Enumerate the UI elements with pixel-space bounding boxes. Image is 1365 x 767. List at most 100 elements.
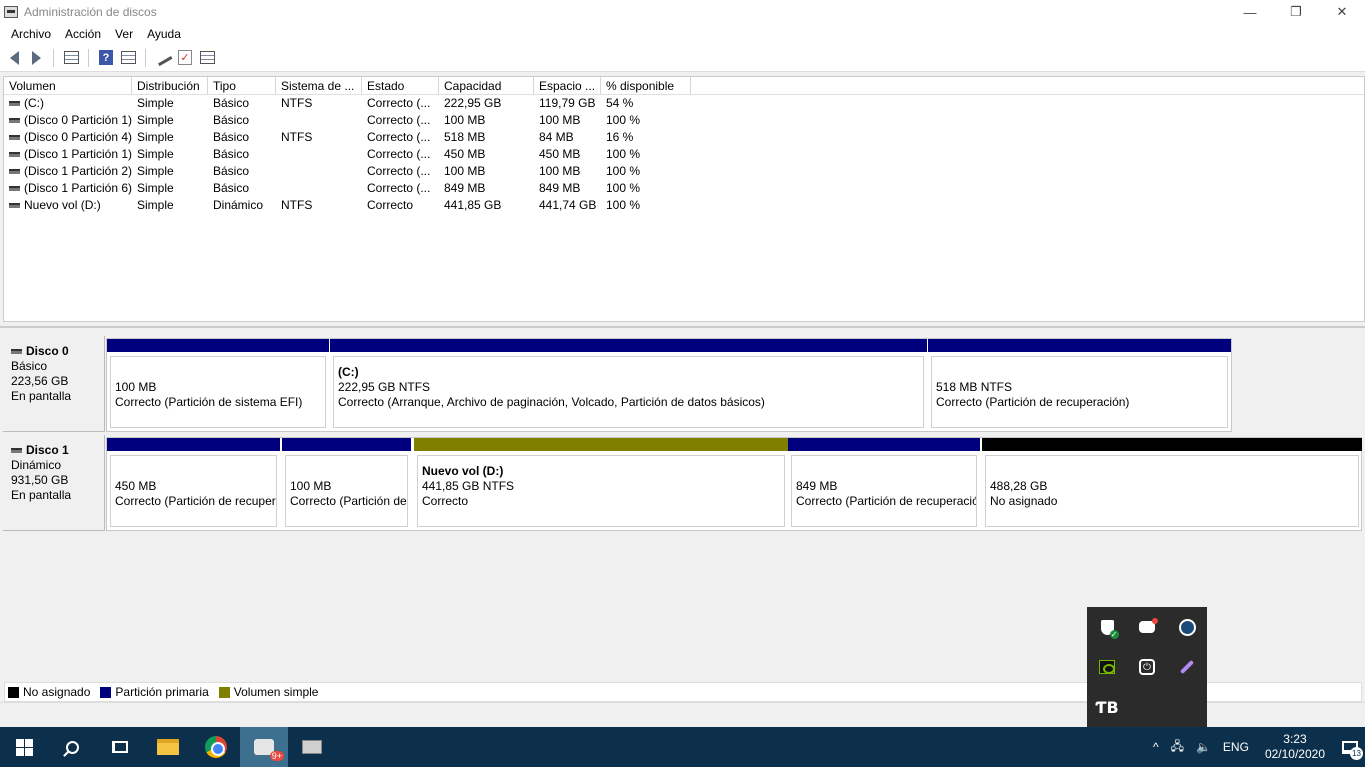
toolbar-separator xyxy=(145,48,146,67)
cell-espacio: 119,79 GB xyxy=(539,96,596,110)
nvidia-icon xyxy=(1099,660,1115,674)
volume-icon xyxy=(9,101,20,107)
camera-app-button[interactable]: 9+ xyxy=(240,727,288,767)
cell-capacidad: 441,85 GB xyxy=(444,198,502,212)
start-button[interactable] xyxy=(0,727,48,767)
partition-size: 222,95 GB NTFS xyxy=(338,380,431,394)
partition[interactable]: Nuevo vol (D:) 441,85 GB NTFS Correcto xyxy=(414,438,788,530)
shield-icon xyxy=(1100,619,1119,639)
chrome-button[interactable] xyxy=(192,727,240,767)
menu-ayuda[interactable]: Ayuda xyxy=(140,27,188,41)
column-header-capacidad[interactable]: Capacidad xyxy=(439,77,534,94)
volume-icon[interactable]: 🔈 xyxy=(1190,740,1217,754)
menu-archivo[interactable]: Archivo xyxy=(4,27,58,41)
partition[interactable]: 849 MB Correcto (Partición de recuperació xyxy=(788,438,980,530)
cell-disponible: 100 % xyxy=(606,164,641,178)
tray-power-button[interactable]: ⏻ xyxy=(1127,647,1167,687)
cell-capacidad: 100 MB xyxy=(444,164,486,178)
tray-steam-button[interactable] xyxy=(1167,607,1207,647)
tray-discord-button[interactable] xyxy=(1127,607,1167,647)
file-explorer-button[interactable] xyxy=(144,727,192,767)
help-button[interactable]: ? xyxy=(96,48,116,68)
title-bar[interactable]: Administración de discos — ❐ ✕ xyxy=(0,0,1365,24)
cell-sistema xyxy=(276,163,362,180)
table-row[interactable]: (Disco 0 Partición 4) Simple Básico NTFS Cor… xyxy=(4,129,1364,146)
table-row[interactable]: (Disco 1 Partición 1) Simple Básico Correct… xyxy=(4,146,1364,163)
close-button[interactable]: ✕ xyxy=(1319,0,1365,24)
disk-0-type: Básico xyxy=(11,359,48,373)
table-row[interactable]: (C:) Simple Básico NTFS Correcto (... 222,95 … xyxy=(4,95,1364,112)
column-header-distribucion[interactable]: Distribución xyxy=(132,77,208,94)
task-view-icon xyxy=(112,741,128,753)
cell-tipo: Básico xyxy=(213,147,250,161)
language-indicator[interactable]: ENG xyxy=(1217,740,1255,754)
table-row[interactable]: (Disco 0 Partición 1) Simple Básico Correct… xyxy=(4,112,1364,129)
disk-1-label[interactable]: Disco 1 Dinámico 931,50 GB En pantalla xyxy=(3,435,105,531)
tb-logo-icon: ƬB xyxy=(1095,697,1119,717)
task-view-button[interactable] xyxy=(96,727,144,767)
partition[interactable]: 100 MB Correcto (Partición de sistema EFI… xyxy=(107,339,329,431)
cell-volumen: (Disco 1 Partición 6) xyxy=(4,180,132,197)
partition[interactable]: (C:) 222,95 GB NTFS Correcto (Arranque, Ar… xyxy=(330,339,927,431)
cell-estado: Correcto (... xyxy=(367,96,431,110)
show-hide-console-tree-button[interactable] xyxy=(61,48,81,68)
partition-name: (C:) xyxy=(338,365,359,379)
partition-color-bar xyxy=(282,438,411,451)
cell-sistema: NTFS xyxy=(281,96,313,110)
properties-button[interactable] xyxy=(197,48,217,68)
column-header-tipo[interactable]: Tipo xyxy=(208,77,276,94)
view-pane-button[interactable] xyxy=(118,48,138,68)
show-hidden-icons-button[interactable]: ^ xyxy=(1147,740,1165,754)
table-row[interactable]: (Disco 1 Partición 6) Simple Básico Correct… xyxy=(4,180,1364,197)
check-disk-button[interactable]: ✓ xyxy=(175,48,195,68)
table-row[interactable]: Nuevo vol (D:) Simple Dinámico NTFS Correcto… xyxy=(4,197,1364,214)
search-button[interactable] xyxy=(48,727,96,767)
network-icon[interactable]: 🖧 xyxy=(1165,737,1190,758)
partition-status: Correcto (Partición de sistema EFI) xyxy=(115,395,303,409)
disk-1-partitions: 450 MB Correcto (Partición de recuper 100 … xyxy=(106,437,1362,531)
partition[interactable]: 518 MB NTFS Correcto (Partición de recupe… xyxy=(928,339,1231,431)
disk-0-label[interactable]: Disco 0 Básico 223,56 GB En pantalla xyxy=(3,336,105,432)
partition-details: Nuevo vol (D:) 441,85 GB NTFS Correcto xyxy=(417,455,785,527)
column-header-espacio[interactable]: Espacio ... xyxy=(534,77,601,94)
cell-disponible: 100 % xyxy=(606,113,641,127)
cell-volumen: Nuevo vol (D:) xyxy=(4,197,132,214)
partition-color-bar xyxy=(107,339,329,352)
partition-color-bar xyxy=(982,438,1362,451)
tray-feather-button[interactable] xyxy=(1167,647,1207,687)
clock[interactable]: 3:23 02/10/2020 xyxy=(1255,732,1335,762)
column-header-volumen[interactable]: Volumen xyxy=(4,77,132,94)
volume-name: Nuevo vol (D:) xyxy=(24,198,101,212)
column-header-sistema[interactable]: Sistema de ... xyxy=(276,77,362,94)
menu-ver[interactable]: Ver xyxy=(108,27,140,41)
action-center-button[interactable]: 13 xyxy=(1335,727,1365,767)
partition-size: 518 MB NTFS xyxy=(936,380,1013,394)
cell-volumen: (Disco 1 Partición 2) xyxy=(4,163,132,180)
app-badge: 9+ xyxy=(269,751,284,761)
cell-volumen: (Disco 0 Partición 1) xyxy=(4,112,132,129)
cell-sistema xyxy=(276,146,362,163)
disk-management-taskbar-button[interactable] xyxy=(288,727,336,767)
maximize-button[interactable]: ❐ xyxy=(1273,0,1319,24)
tray-tb-button[interactable]: ƬB xyxy=(1087,687,1127,727)
partition-color-bar xyxy=(928,339,1231,352)
cell-tipo: Básico xyxy=(213,113,250,127)
minimize-button[interactable]: — xyxy=(1227,0,1273,24)
taskbar: 9+ ^ 🖧 🔈 ENG 3:23 02/10/2020 13 xyxy=(0,727,1365,767)
tray-security-button[interactable] xyxy=(1087,607,1127,647)
partition-status: Correcto (Partición de recuper xyxy=(115,494,276,508)
forward-button[interactable] xyxy=(26,48,46,68)
menu-accion[interactable]: Acción xyxy=(58,27,108,41)
cell-sistema: NTFS xyxy=(281,198,313,212)
column-header-estado[interactable]: Estado xyxy=(362,77,439,94)
connect-button[interactable] xyxy=(153,48,173,68)
partition-status: Correcto (Partición de recuperación) xyxy=(936,395,1130,409)
partition[interactable]: 100 MB Correcto (Partición de xyxy=(282,438,411,530)
back-button[interactable] xyxy=(4,48,24,68)
table-row[interactable]: (Disco 1 Partición 2) Simple Básico Correct… xyxy=(4,163,1364,180)
partition-color-bar xyxy=(330,339,927,352)
partition[interactable]: 450 MB Correcto (Partición de recuper xyxy=(107,438,280,530)
partition[interactable]: 488,28 GB No asignado xyxy=(982,438,1362,530)
tray-nvidia-button[interactable] xyxy=(1087,647,1127,687)
column-header-disponible[interactable]: % disponible xyxy=(601,77,691,94)
